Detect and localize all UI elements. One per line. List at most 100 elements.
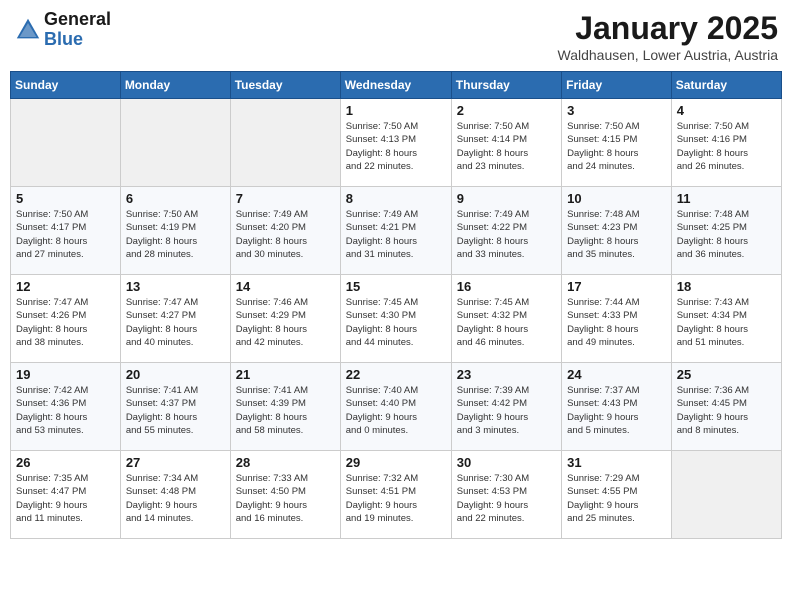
- calendar-cell: 2 Sunrise: 7:50 AM Sunset: 4:14 PM Daylig…: [451, 99, 561, 187]
- calendar-cell: 11Sunrise: 7:48 AM Sunset: 4:25 PM Dayli…: [671, 187, 781, 275]
- day-number: 22: [346, 367, 446, 382]
- calendar-cell: 24 Sunrise: 7:37 AM Sunset: 4:43 PM Dayli…: [562, 363, 672, 451]
- calendar-cell: 12 Sunrise: 7:47 AM Sunset: 4:26 PM Dayli…: [11, 275, 121, 363]
- day-info: Sunrise: 7:41 AM Sunset: 4:37 PM Dayligh…: [126, 384, 225, 437]
- calendar-week-row: 26 Sunrise: 7:35 AM Sunset: 4:47 PM Dayli…: [11, 451, 782, 539]
- day-info: Sunrise: 7:42 AM Sunset: 4:36 PM Dayligh…: [16, 384, 115, 437]
- calendar-cell: [671, 451, 781, 539]
- logo-blue-text: Blue: [44, 30, 111, 50]
- day-number: 13: [126, 279, 225, 294]
- day-info: Sunrise: 7:50 AM Sunset: 4:16 PM Dayligh…: [677, 120, 776, 173]
- day-number: 19: [16, 367, 115, 382]
- day-number: 18: [677, 279, 776, 294]
- day-info: Sunrise: 7:49 AM Sunset: 4:22 PM Dayligh…: [457, 208, 556, 261]
- calendar-cell: 17 Sunrise: 7:44 AM Sunset: 4:33 PM Dayli…: [562, 275, 672, 363]
- day-info: Sunrise: 7:41 AM Sunset: 4:39 PM Dayligh…: [236, 384, 335, 437]
- weekday-header-friday: Friday: [562, 72, 672, 99]
- calendar-cell: 13 Sunrise: 7:47 AM Sunset: 4:27 PM Dayli…: [120, 275, 230, 363]
- day-number: 31: [567, 455, 666, 470]
- logo: General Blue: [14, 10, 111, 50]
- calendar-cell: 1 Sunrise: 7:50 AM Sunset: 4:13 PM Daylig…: [340, 99, 451, 187]
- calendar-cell: 20 Sunrise: 7:41 AM Sunset: 4:37 PM Dayli…: [120, 363, 230, 451]
- calendar-week-row: 5Sunrise: 7:50 AM Sunset: 4:17 PM Daylig…: [11, 187, 782, 275]
- day-number: 30: [457, 455, 556, 470]
- calendar-cell: 10Sunrise: 7:48 AM Sunset: 4:23 PM Dayli…: [562, 187, 672, 275]
- day-info: Sunrise: 7:47 AM Sunset: 4:27 PM Dayligh…: [126, 296, 225, 349]
- day-number: 8: [346, 191, 446, 206]
- calendar-cell: 30 Sunrise: 7:30 AM Sunset: 4:53 PM Dayli…: [451, 451, 561, 539]
- weekday-header-tuesday: Tuesday: [230, 72, 340, 99]
- calendar-cell: 9 Sunrise: 7:49 AM Sunset: 4:22 PM Daylig…: [451, 187, 561, 275]
- day-info: Sunrise: 7:48 AM Sunset: 4:25 PM Dayligh…: [677, 208, 776, 261]
- day-number: 1: [346, 103, 446, 118]
- calendar-cell: 22 Sunrise: 7:40 AM Sunset: 4:40 PM Dayli…: [340, 363, 451, 451]
- calendar-table: SundayMondayTuesdayWednesdayThursdayFrid…: [10, 71, 782, 539]
- calendar-cell: 29Sunrise: 7:32 AM Sunset: 4:51 PM Dayli…: [340, 451, 451, 539]
- calendar-cell: 3 Sunrise: 7:50 AM Sunset: 4:15 PM Daylig…: [562, 99, 672, 187]
- day-number: 4: [677, 103, 776, 118]
- calendar-cell: 15 Sunrise: 7:45 AM Sunset: 4:30 PM Dayli…: [340, 275, 451, 363]
- calendar-cell: 18 Sunrise: 7:43 AM Sunset: 4:34 PM Dayli…: [671, 275, 781, 363]
- day-number: 9: [457, 191, 556, 206]
- calendar-cell: 21 Sunrise: 7:41 AM Sunset: 4:39 PM Dayli…: [230, 363, 340, 451]
- logo-text: General Blue: [44, 10, 111, 50]
- weekday-header-saturday: Saturday: [671, 72, 781, 99]
- page-header: General Blue January 2025 Waldhausen, Lo…: [10, 10, 782, 63]
- day-info: Sunrise: 7:48 AM Sunset: 4:23 PM Dayligh…: [567, 208, 666, 261]
- logo-general-text: General: [44, 10, 111, 30]
- calendar-cell: 6Sunrise: 7:50 AM Sunset: 4:19 PM Daylig…: [120, 187, 230, 275]
- logo-icon: [14, 16, 42, 44]
- day-number: 6: [126, 191, 225, 206]
- calendar-cell: 14 Sunrise: 7:46 AM Sunset: 4:29 PM Dayli…: [230, 275, 340, 363]
- calendar-cell: 7Sunrise: 7:49 AM Sunset: 4:20 PM Daylig…: [230, 187, 340, 275]
- day-info: Sunrise: 7:43 AM Sunset: 4:34 PM Dayligh…: [677, 296, 776, 349]
- weekday-header-monday: Monday: [120, 72, 230, 99]
- day-number: 23: [457, 367, 556, 382]
- calendar-cell: 5Sunrise: 7:50 AM Sunset: 4:17 PM Daylig…: [11, 187, 121, 275]
- day-number: 21: [236, 367, 335, 382]
- calendar-cell: 8 Sunrise: 7:49 AM Sunset: 4:21 PM Daylig…: [340, 187, 451, 275]
- calendar-cell: 4 Sunrise: 7:50 AM Sunset: 4:16 PM Daylig…: [671, 99, 781, 187]
- day-info: Sunrise: 7:50 AM Sunset: 4:15 PM Dayligh…: [567, 120, 666, 173]
- day-info: Sunrise: 7:45 AM Sunset: 4:30 PM Dayligh…: [346, 296, 446, 349]
- day-info: Sunrise: 7:44 AM Sunset: 4:33 PM Dayligh…: [567, 296, 666, 349]
- calendar-cell: 23Sunrise: 7:39 AM Sunset: 4:42 PM Dayli…: [451, 363, 561, 451]
- day-info: Sunrise: 7:50 AM Sunset: 4:14 PM Dayligh…: [457, 120, 556, 173]
- calendar-cell: 31 Sunrise: 7:29 AM Sunset: 4:55 PM Dayli…: [562, 451, 672, 539]
- day-number: 28: [236, 455, 335, 470]
- calendar-cell: 26 Sunrise: 7:35 AM Sunset: 4:47 PM Dayli…: [11, 451, 121, 539]
- day-info: Sunrise: 7:29 AM Sunset: 4:55 PM Dayligh…: [567, 472, 666, 525]
- day-info: Sunrise: 7:37 AM Sunset: 4:43 PM Dayligh…: [567, 384, 666, 437]
- day-number: 2: [457, 103, 556, 118]
- day-number: 17: [567, 279, 666, 294]
- day-number: 14: [236, 279, 335, 294]
- day-number: 16: [457, 279, 556, 294]
- calendar-cell: 28Sunrise: 7:33 AM Sunset: 4:50 PM Dayli…: [230, 451, 340, 539]
- location-subtitle: Waldhausen, Lower Austria, Austria: [558, 47, 779, 63]
- weekday-header-sunday: Sunday: [11, 72, 121, 99]
- title-block: January 2025 Waldhausen, Lower Austria, …: [558, 10, 779, 63]
- day-info: Sunrise: 7:35 AM Sunset: 4:47 PM Dayligh…: [16, 472, 115, 525]
- day-info: Sunrise: 7:34 AM Sunset: 4:48 PM Dayligh…: [126, 472, 225, 525]
- day-number: 24: [567, 367, 666, 382]
- weekday-header-thursday: Thursday: [451, 72, 561, 99]
- day-number: 20: [126, 367, 225, 382]
- day-info: Sunrise: 7:40 AM Sunset: 4:40 PM Dayligh…: [346, 384, 446, 437]
- day-number: 7: [236, 191, 335, 206]
- calendar-cell: 16Sunrise: 7:45 AM Sunset: 4:32 PM Dayli…: [451, 275, 561, 363]
- day-info: Sunrise: 7:46 AM Sunset: 4:29 PM Dayligh…: [236, 296, 335, 349]
- day-number: 27: [126, 455, 225, 470]
- calendar-cell: [230, 99, 340, 187]
- day-number: 26: [16, 455, 115, 470]
- day-number: 15: [346, 279, 446, 294]
- day-number: 25: [677, 367, 776, 382]
- day-number: 12: [16, 279, 115, 294]
- day-info: Sunrise: 7:47 AM Sunset: 4:26 PM Dayligh…: [16, 296, 115, 349]
- day-info: Sunrise: 7:32 AM Sunset: 4:51 PM Dayligh…: [346, 472, 446, 525]
- day-number: 3: [567, 103, 666, 118]
- calendar-week-row: 12 Sunrise: 7:47 AM Sunset: 4:26 PM Dayli…: [11, 275, 782, 363]
- calendar-week-row: 1 Sunrise: 7:50 AM Sunset: 4:13 PM Daylig…: [11, 99, 782, 187]
- day-info: Sunrise: 7:30 AM Sunset: 4:53 PM Dayligh…: [457, 472, 556, 525]
- day-info: Sunrise: 7:49 AM Sunset: 4:21 PM Dayligh…: [346, 208, 446, 261]
- day-info: Sunrise: 7:50 AM Sunset: 4:13 PM Dayligh…: [346, 120, 446, 173]
